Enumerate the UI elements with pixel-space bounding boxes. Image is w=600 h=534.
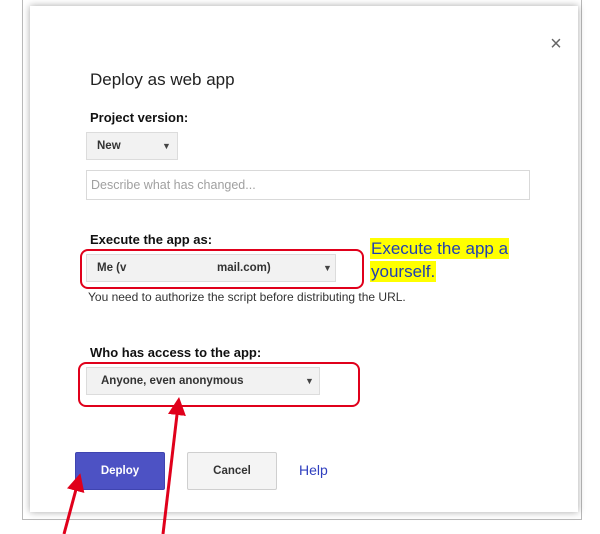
annotation-arrows: [62, 397, 186, 534]
deploy-pointer-arrow: [62, 473, 85, 534]
access-pointer-arrow: [161, 397, 186, 534]
